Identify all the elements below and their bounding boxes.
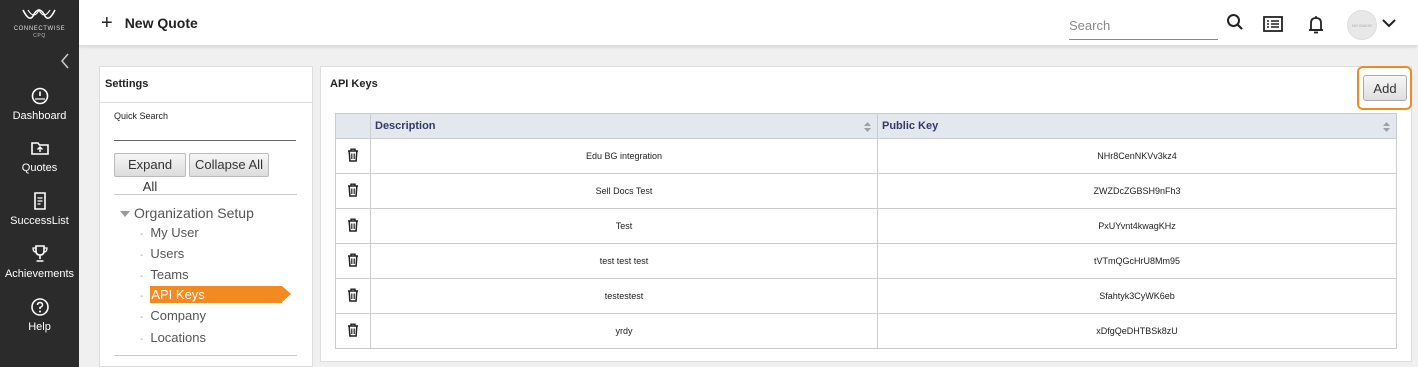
delete-row-button[interactable] <box>335 208 371 244</box>
expand-all-button[interactable]: Expand All <box>114 153 186 194</box>
tree-item-my-user[interactable]: - My User <box>140 224 199 241</box>
top-bar: + New Quote NO IMAGE <box>79 0 1418 46</box>
notifications-button[interactable] <box>1308 15 1324 40</box>
column-header-actions <box>335 113 371 139</box>
nav-item-successlist[interactable]: SuccessList <box>0 191 79 239</box>
divider <box>114 194 297 195</box>
nav-item-help[interactable]: Help <box>0 297 79 345</box>
table-row: Edu BG integration NHr8CenNKVv3kz4 <box>335 138 1397 174</box>
trash-icon <box>347 253 359 269</box>
quotes-folder-icon <box>31 142 49 155</box>
public-key-cell: xDfgQeDHTBSk8zU <box>877 313 1397 349</box>
trash-icon <box>347 288 359 304</box>
tree-root-label: Organization Setup <box>134 205 254 221</box>
tree-item-users[interactable]: - Users <box>140 245 184 262</box>
description-cell: Sell Docs Test <box>370 173 878 209</box>
description-cell: yrdy <box>370 313 878 349</box>
table-row: test test test tVTmQGcHrU8Mm95 <box>335 243 1397 279</box>
nav-item-dashboard[interactable]: Dashboard <box>0 86 79 134</box>
nav-item-quotes[interactable]: Quotes <box>0 138 79 186</box>
description-cell: testestest <box>370 278 878 314</box>
nav-label-dashboard: Dashboard <box>12 110 67 122</box>
api-keys-title: API Keys <box>330 78 378 90</box>
nav-item-achievements[interactable]: Achievements <box>0 244 79 292</box>
divider <box>114 355 297 356</box>
settings-title: Settings <box>100 67 312 103</box>
description-cell: test test test <box>370 243 878 279</box>
nav-label-help: Help <box>28 321 51 333</box>
column-header-description[interactable]: Description <box>370 113 878 139</box>
connectwise-logo-icon <box>22 8 56 19</box>
tree-item-locations[interactable]: - Locations <box>140 329 206 346</box>
table-row: Sell Docs Test ZWZDcZGBSH9nFh3 <box>335 173 1397 209</box>
tree-item-teams[interactable]: - Teams <box>140 266 189 283</box>
tree-item-company[interactable]: - Company <box>140 307 206 324</box>
trash-icon <box>347 148 359 164</box>
search-field <box>1069 14 1218 40</box>
api-keys-panel: API Keys Add Description Public Key Edu … <box>320 66 1412 362</box>
quotes-list-button[interactable] <box>1263 16 1283 37</box>
delete-row-button[interactable] <box>335 138 371 174</box>
tree-item-api-keys[interactable]: - API Keys <box>140 286 292 303</box>
sort-icon <box>1383 122 1390 132</box>
search-icon <box>1227 14 1243 30</box>
logo-line1: CONNECTWISE <box>13 26 66 32</box>
trophy-icon <box>32 245 48 262</box>
add-api-key-button[interactable]: Add <box>1363 75 1407 101</box>
trash-icon <box>347 323 359 339</box>
table-row: testestest Sfahtyk3CyWK6eb <box>335 278 1397 314</box>
expand-triangle-icon <box>120 211 130 218</box>
logo-line2: CPQ <box>33 33 46 39</box>
quick-search-input[interactable] <box>114 123 296 141</box>
public-key-cell: tVTmQGcHrU8Mm95 <box>877 243 1397 279</box>
chevron-down-icon <box>1382 19 1396 28</box>
delete-row-button[interactable] <box>335 278 371 314</box>
nav-label-achievements: Achievements <box>4 268 75 280</box>
tree-node-organization-setup[interactable]: Organization Setup <box>120 205 254 221</box>
delete-row-button[interactable] <box>335 313 371 349</box>
table-row: Test PxUYvnt4kwagKHz <box>335 208 1397 244</box>
public-key-cell: ZWZDcZGBSH9nFh3 <box>877 173 1397 209</box>
public-key-cell: PxUYvnt4kwagKHz <box>877 208 1397 244</box>
list-icon <box>1263 16 1283 32</box>
description-cell: Edu BG integration <box>370 138 878 174</box>
new-quote-label: New Quote <box>124 15 198 31</box>
bell-icon <box>1309 16 1323 34</box>
collapse-all-button[interactable]: Collapse All <box>189 153 269 177</box>
collapse-sidebar-button[interactable] <box>58 52 72 70</box>
table-row: yrdy xDfgQeDHTBSk8zU <box>335 313 1397 349</box>
nav-label-successlist: SuccessList <box>10 215 69 227</box>
public-key-cell: Sfahtyk3CyWK6eb <box>877 278 1397 314</box>
dashboard-gauge-icon <box>31 87 49 105</box>
nav-label-quotes: Quotes <box>21 162 58 174</box>
description-cell: Test <box>370 208 878 244</box>
search-button[interactable] <box>1226 13 1244 36</box>
settings-panel: Settings Quick Search Expand All Collaps… <box>99 66 313 367</box>
delete-row-button[interactable] <box>335 243 371 279</box>
connectwise-logo[interactable]: CONNECTWISE CPQ <box>0 0 79 44</box>
public-key-cell: NHr8CenNKVv3kz4 <box>877 138 1397 174</box>
api-keys-table: Description Public Key Edu BG integratio… <box>335 113 1397 349</box>
chevron-left-icon <box>61 53 69 69</box>
new-quote-button[interactable]: + New Quote <box>101 13 198 33</box>
trash-icon <box>347 183 359 199</box>
avatar-text: NO IMAGE <box>1351 23 1372 28</box>
sidebar: CONNECTWISE CPQ Dashboard Quotes Success… <box>0 0 79 367</box>
column-header-public-key[interactable]: Public Key <box>877 113 1397 139</box>
help-question-icon <box>31 298 49 316</box>
sort-icon <box>864 122 871 132</box>
table-header-row: Description Public Key <box>335 113 1397 139</box>
trash-icon <box>347 218 359 234</box>
avatar[interactable]: NO IMAGE <box>1347 10 1377 40</box>
plus-icon: + <box>101 12 113 34</box>
delete-row-button[interactable] <box>335 173 371 209</box>
successlist-clipboard-icon <box>34 192 46 210</box>
user-menu-toggle[interactable] <box>1381 16 1397 34</box>
search-input[interactable] <box>1069 14 1218 36</box>
quick-search-label: Quick Search <box>114 111 169 121</box>
